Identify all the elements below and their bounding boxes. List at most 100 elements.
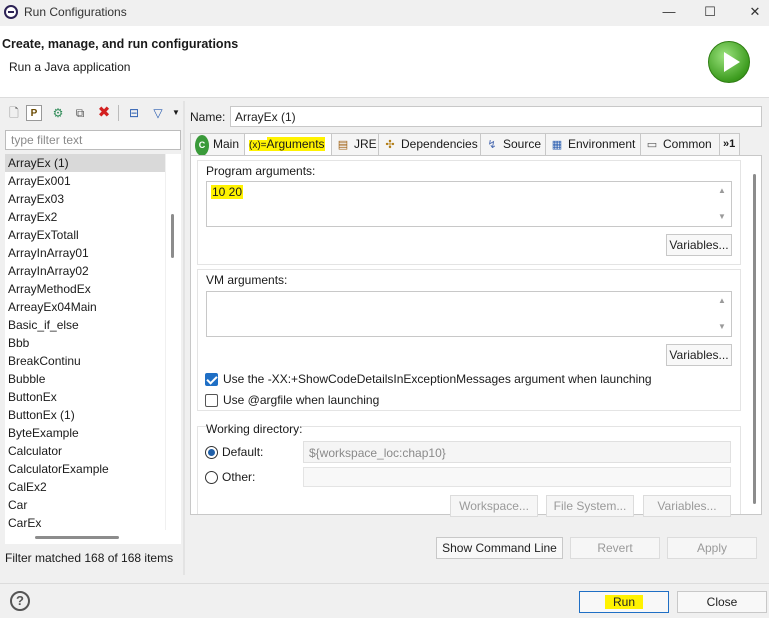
list-item[interactable]: Calculator: [5, 442, 165, 460]
scroll-up-icon[interactable]: ▲: [717, 186, 727, 195]
apply-button[interactable]: Apply: [667, 537, 757, 559]
main-tab-icon: C: [195, 135, 209, 156]
vm-variables-button[interactable]: Variables...: [666, 344, 732, 366]
list-item[interactable]: Basic_if_else: [5, 316, 165, 334]
revert-button[interactable]: Revert: [570, 537, 660, 559]
working-directory-group: Working directory: Default: ${workspace_…: [197, 422, 741, 517]
window-title: Run Configurations: [24, 5, 127, 19]
list-item[interactable]: CarEx: [5, 514, 165, 530]
show-code-details-checkbox[interactable]: [205, 373, 218, 386]
program-variables-button[interactable]: Variables...: [666, 234, 732, 256]
close-button[interactable]: Close: [677, 591, 767, 613]
default-radio[interactable]: [205, 446, 218, 459]
common-tab-icon: ▭: [646, 139, 658, 151]
scroll-down-icon[interactable]: ▼: [717, 322, 727, 331]
list-item[interactable]: ArrayEx03: [5, 190, 165, 208]
delete-icon[interactable]: ✖: [96, 105, 112, 121]
tab-source[interactable]: ↯ Source: [480, 133, 546, 155]
list-item[interactable]: CalEx2: [5, 478, 165, 496]
list-item[interactable]: ByteExample: [5, 424, 165, 442]
list-item[interactable]: ArreayEx04Main: [5, 298, 165, 316]
tab-main[interactable]: C Main: [190, 133, 245, 156]
list-item[interactable]: ArrayEx (1): [5, 154, 165, 172]
program-arguments-group: Program arguments: 10 20 ▲ ▼ Variables..…: [197, 160, 741, 265]
list-horizontal-scrollbar[interactable]: [5, 530, 181, 544]
list-item[interactable]: Car: [5, 496, 165, 514]
vm-arguments-label: VM arguments:: [206, 273, 288, 287]
help-icon[interactable]: ?: [10, 591, 30, 611]
list-item[interactable]: ArrayMethodEx: [5, 280, 165, 298]
tab-common[interactable]: ▭ Common: [640, 133, 720, 155]
config-list[interactable]: ArrayEx (1) ArrayEx001 ArrayEx03 ArrayEx…: [5, 154, 165, 530]
list-item[interactable]: ArrayInArray02: [5, 262, 165, 280]
config-list-toolbar: 🗋 P ⚙ ⧉ ✖ ⊟ ▽ ▼: [2, 103, 182, 123]
list-item[interactable]: CalculatorExample: [5, 460, 165, 478]
duplicate-icon[interactable]: ⧉: [72, 105, 88, 121]
tab-dependencies[interactable]: ✣ Dependencies: [378, 133, 481, 155]
close-window-button[interactable]: ✕: [745, 3, 765, 21]
argfile-checkbox[interactable]: [205, 394, 218, 407]
scroll-thumb[interactable]: [171, 214, 174, 258]
list-item[interactable]: Bbb: [5, 334, 165, 352]
show-command-line-button[interactable]: Show Command Line: [436, 537, 563, 559]
other-radio[interactable]: [205, 471, 218, 484]
list-item[interactable]: ButtonEx (1): [5, 406, 165, 424]
list-item[interactable]: ButtonEx: [5, 388, 165, 406]
scroll-down-icon[interactable]: ▼: [717, 212, 727, 221]
collapse-all-icon[interactable]: ⊟: [126, 105, 142, 121]
list-vertical-scrollbar[interactable]: [166, 154, 181, 530]
filter-input[interactable]: [5, 130, 181, 150]
run-button[interactable]: Run: [579, 591, 669, 613]
list-item[interactable]: ArrayEx2: [5, 208, 165, 226]
file-system-button[interactable]: File System...: [546, 495, 634, 517]
scroll-thumb[interactable]: [753, 174, 756, 504]
minimize-button[interactable]: —: [659, 3, 679, 21]
tab-label: Source: [503, 137, 542, 151]
tab-label: Environment: [568, 137, 636, 151]
view-menu-icon[interactable]: ▼: [168, 105, 184, 121]
tab-label: JRE: [354, 137, 377, 151]
workspace-button[interactable]: Workspace...: [450, 495, 538, 517]
tab-arguments[interactable]: (x)=Arguments: [244, 133, 332, 156]
scroll-thumb[interactable]: [35, 536, 119, 539]
more-tabs-button[interactable]: »1: [719, 133, 740, 155]
dialog-header: Create, manage, and run configurations R…: [0, 26, 769, 98]
program-arguments-label: Program arguments:: [206, 164, 316, 178]
show-code-details-label: Use the -XX:+ShowCodeDetailsInExceptionM…: [223, 372, 652, 386]
tab-label: Dependencies: [401, 137, 478, 151]
name-label: Name:: [190, 110, 226, 124]
jre-tab-icon: ▤: [337, 139, 349, 151]
title-bar: Run Configurations — ☐ ✕: [0, 0, 769, 26]
export-icon[interactable]: ⚙: [50, 105, 66, 121]
new-prototype-icon[interactable]: P: [26, 105, 42, 121]
vm-arguments-field[interactable]: ▲ ▼: [206, 291, 732, 337]
toolbar-separator: [118, 105, 119, 121]
arguments-scrollbar[interactable]: [750, 160, 760, 512]
arguments-tab-icon: (x)=: [249, 140, 267, 151]
scroll-up-icon[interactable]: ▲: [717, 296, 727, 305]
environment-tab-icon: ▦: [551, 139, 563, 151]
arguments-panel: Program arguments: 10 20 ▲ ▼ Variables..…: [190, 155, 762, 517]
program-arguments-field[interactable]: 10 20 ▲ ▼: [206, 181, 732, 227]
panel-divider[interactable]: [183, 101, 185, 575]
tab-label: Arguments: [266, 137, 325, 151]
tab-label: Common: [663, 137, 712, 151]
list-item[interactable]: BreakContinu: [5, 352, 165, 370]
filter-icon[interactable]: ▽: [150, 105, 166, 121]
list-item[interactable]: ArrayInArray01: [5, 244, 165, 262]
name-field[interactable]: [230, 106, 762, 127]
program-arguments-value: 10 20: [211, 185, 244, 199]
header-title: Create, manage, and run configurations: [2, 37, 239, 51]
wd-variables-button[interactable]: Variables...: [643, 495, 731, 517]
new-config-icon[interactable]: 🗋: [6, 105, 22, 121]
tab-label: Main: [213, 137, 240, 151]
maximize-button[interactable]: ☐: [700, 3, 720, 21]
list-item[interactable]: ArrayEx001: [5, 172, 165, 190]
default-directory-value: ${workspace_loc:chap10}: [309, 446, 446, 460]
tab-environment[interactable]: ▦ Environment: [545, 133, 641, 155]
other-label: Other:: [222, 470, 256, 484]
list-item[interactable]: Bubble: [5, 370, 165, 388]
dependencies-tab-icon: ✣: [385, 139, 395, 151]
list-item[interactable]: ArrayExTotall: [5, 226, 165, 244]
tab-jre[interactable]: ▤ JRE: [331, 133, 379, 155]
